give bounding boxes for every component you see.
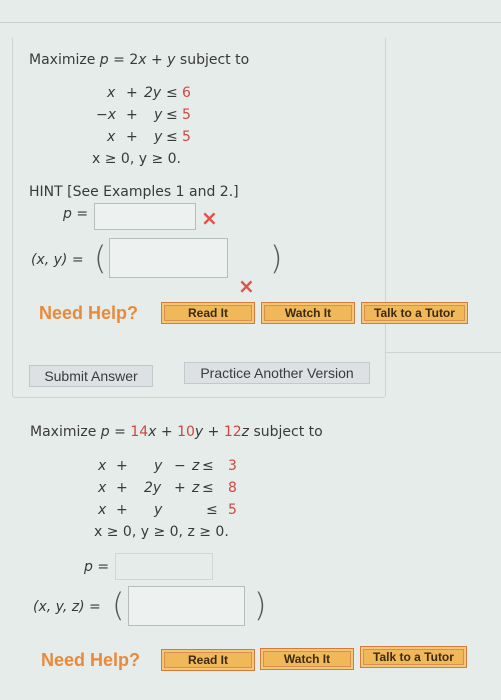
constraint-y: y <box>154 107 163 123</box>
hint-link[interactable]: HINT [See Examples 1 and 2.] <box>29 184 239 200</box>
constraint-op: + <box>116 480 128 496</box>
statement-suffix: subject to <box>249 424 323 440</box>
constraint-row: x + y − z ≤ 3 <box>92 455 252 477</box>
constraint-y: y <box>154 129 163 145</box>
top-divider <box>0 22 501 23</box>
close-paren: ) <box>254 586 267 624</box>
constraint-rhs: 3 <box>228 458 237 474</box>
watch-it-button[interactable]: Watch It <box>260 648 354 670</box>
xyz-label-text: (x, y, z) = <box>33 599 101 615</box>
incorrect-x-icon: × <box>238 274 255 298</box>
coef-x: 14 <box>130 424 149 440</box>
constraint-row: x + y ≤ 5 <box>92 499 252 521</box>
practice-another-version-button[interactable]: Practice Another Version <box>184 362 370 384</box>
var-z: z <box>241 424 250 440</box>
var-x: x <box>138 52 147 68</box>
constraint-x: x <box>98 458 107 474</box>
constraint-x: −x <box>96 107 117 123</box>
xy-label: (x, y) = <box>31 252 84 268</box>
constraint-op: + <box>126 85 138 101</box>
constraint-z: z <box>192 458 200 474</box>
read-it-button[interactable]: Read It <box>161 302 255 324</box>
constraint-x: x <box>107 129 116 145</box>
constraint-row: x + 2y + z ≤ 8 <box>92 477 252 499</box>
p-label-text: p = <box>84 559 110 575</box>
constraint-rhs: 5 <box>182 107 191 123</box>
xy-label-text: (x, y) = <box>31 252 84 268</box>
constraint-x: x <box>98 480 107 496</box>
problem2-statement: Maximize p = 14x + 10y + 12z subject to <box>30 424 323 440</box>
problem2-constraints: x + y − z ≤ 3 x + 2y + z ≤ 8 x + y ≤ 5 x… <box>92 455 252 543</box>
xyz-label: (x, y, z) = <box>33 599 101 615</box>
constraint-rhs: 8 <box>228 480 237 496</box>
constraint-op: + <box>126 129 138 145</box>
close-paren: ) <box>270 239 283 277</box>
problem1-statement: Maximize p = 2x + y subject to <box>29 52 249 68</box>
statement-prefix: Maximize <box>30 424 101 440</box>
constraint-op: + <box>174 480 186 496</box>
p-label-text: p = <box>63 206 89 222</box>
constraint-row: x + y ≤ 5 <box>90 126 230 148</box>
constraint-z: z <box>192 480 200 496</box>
read-it-button[interactable]: Read It <box>161 649 255 671</box>
xyz-input[interactable] <box>128 586 245 626</box>
constraint-x: x <box>107 85 116 101</box>
side-divider <box>385 352 501 353</box>
open-paren: ( <box>94 239 107 277</box>
nonneg-constraint: x ≥ 0, y ≥ 0. <box>92 151 181 167</box>
constraint-rel: ≤ <box>206 502 218 518</box>
coef-y: 10 <box>177 424 195 440</box>
statement-suffix: subject to <box>175 52 250 68</box>
coef-x: 2 <box>129 52 139 68</box>
nonneg-row: x ≥ 0, y ≥ 0. <box>90 148 230 170</box>
coef-z: 12 <box>223 424 242 440</box>
talk-to-tutor-button[interactable]: Talk to a Tutor <box>361 302 468 324</box>
constraint-row: x + 2y ≤ 6 <box>90 82 230 104</box>
equals: = <box>108 52 130 68</box>
nonneg-row: x ≥ 0, y ≥ 0, z ≥ 0. <box>92 521 252 543</box>
constraint-rel: ≤ <box>202 480 214 496</box>
problem1-constraints: x + 2y ≤ 6 −x + y ≤ 5 x + y ≤ 5 x ≥ 0, y… <box>90 82 230 170</box>
p-label: p = <box>63 206 88 222</box>
equals: = <box>109 424 131 440</box>
talk-to-tutor-button[interactable]: Talk to a Tutor <box>360 646 467 668</box>
need-help-label: Need Help? <box>41 650 141 670</box>
plus: + <box>156 424 178 440</box>
constraint-y: y <box>154 458 163 474</box>
constraint-rhs: 5 <box>228 502 237 518</box>
constraint-rel: ≤ <box>166 107 178 123</box>
constraint-op: + <box>116 458 128 474</box>
constraint-y: 2y <box>144 85 162 101</box>
constraint-rel: ≤ <box>166 85 178 101</box>
nonneg-constraint: x ≥ 0, y ≥ 0, z ≥ 0. <box>94 524 229 540</box>
constraint-rel: ≤ <box>202 458 214 474</box>
objective-var: p <box>99 52 109 68</box>
objective-var: p <box>100 424 110 440</box>
constraint-x: x <box>98 502 107 518</box>
xy-input[interactable] <box>109 238 228 278</box>
statement-prefix: Maximize <box>29 52 100 68</box>
constraint-rhs: 6 <box>182 85 191 101</box>
constraint-y: y <box>154 502 163 518</box>
p-label: p = <box>84 559 109 575</box>
watch-it-button[interactable]: Watch It <box>261 302 355 324</box>
plus: + <box>203 424 224 440</box>
constraint-row: −x + y ≤ 5 <box>90 104 230 126</box>
constraint-y: 2y <box>144 480 162 496</box>
plus: + <box>146 52 168 68</box>
p-input[interactable] <box>115 553 213 580</box>
constraint-op: + <box>126 107 138 123</box>
constraint-rel: ≤ <box>166 129 178 145</box>
need-help-label: Need Help? <box>39 303 139 323</box>
constraint-op: + <box>116 502 128 518</box>
p-input[interactable] <box>94 203 196 230</box>
open-paren: ( <box>112 586 125 624</box>
var-y: y <box>194 424 204 440</box>
constraint-rhs: 5 <box>182 129 191 145</box>
constraint-op: − <box>174 458 186 474</box>
submit-answer-button[interactable]: Submit Answer <box>29 365 153 387</box>
incorrect-x-icon: × <box>201 206 218 230</box>
